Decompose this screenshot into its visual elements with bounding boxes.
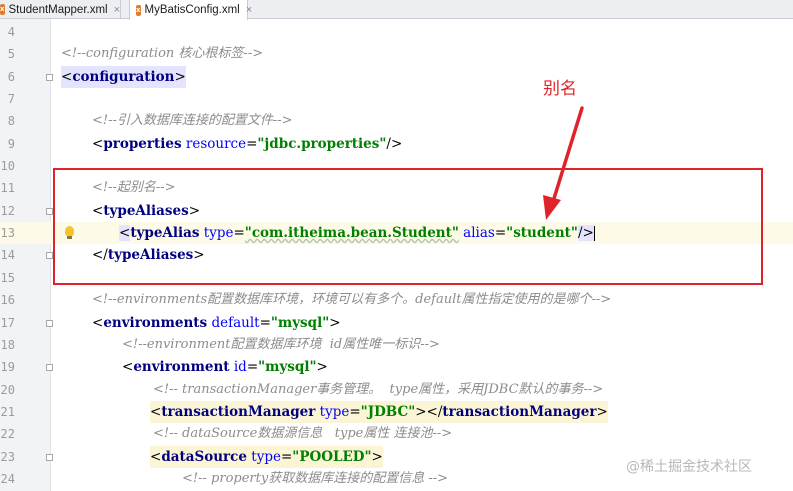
watermark: @稀土掘金技术社区: [626, 459, 752, 475]
annotation-arrow-icon: [543, 106, 584, 220]
